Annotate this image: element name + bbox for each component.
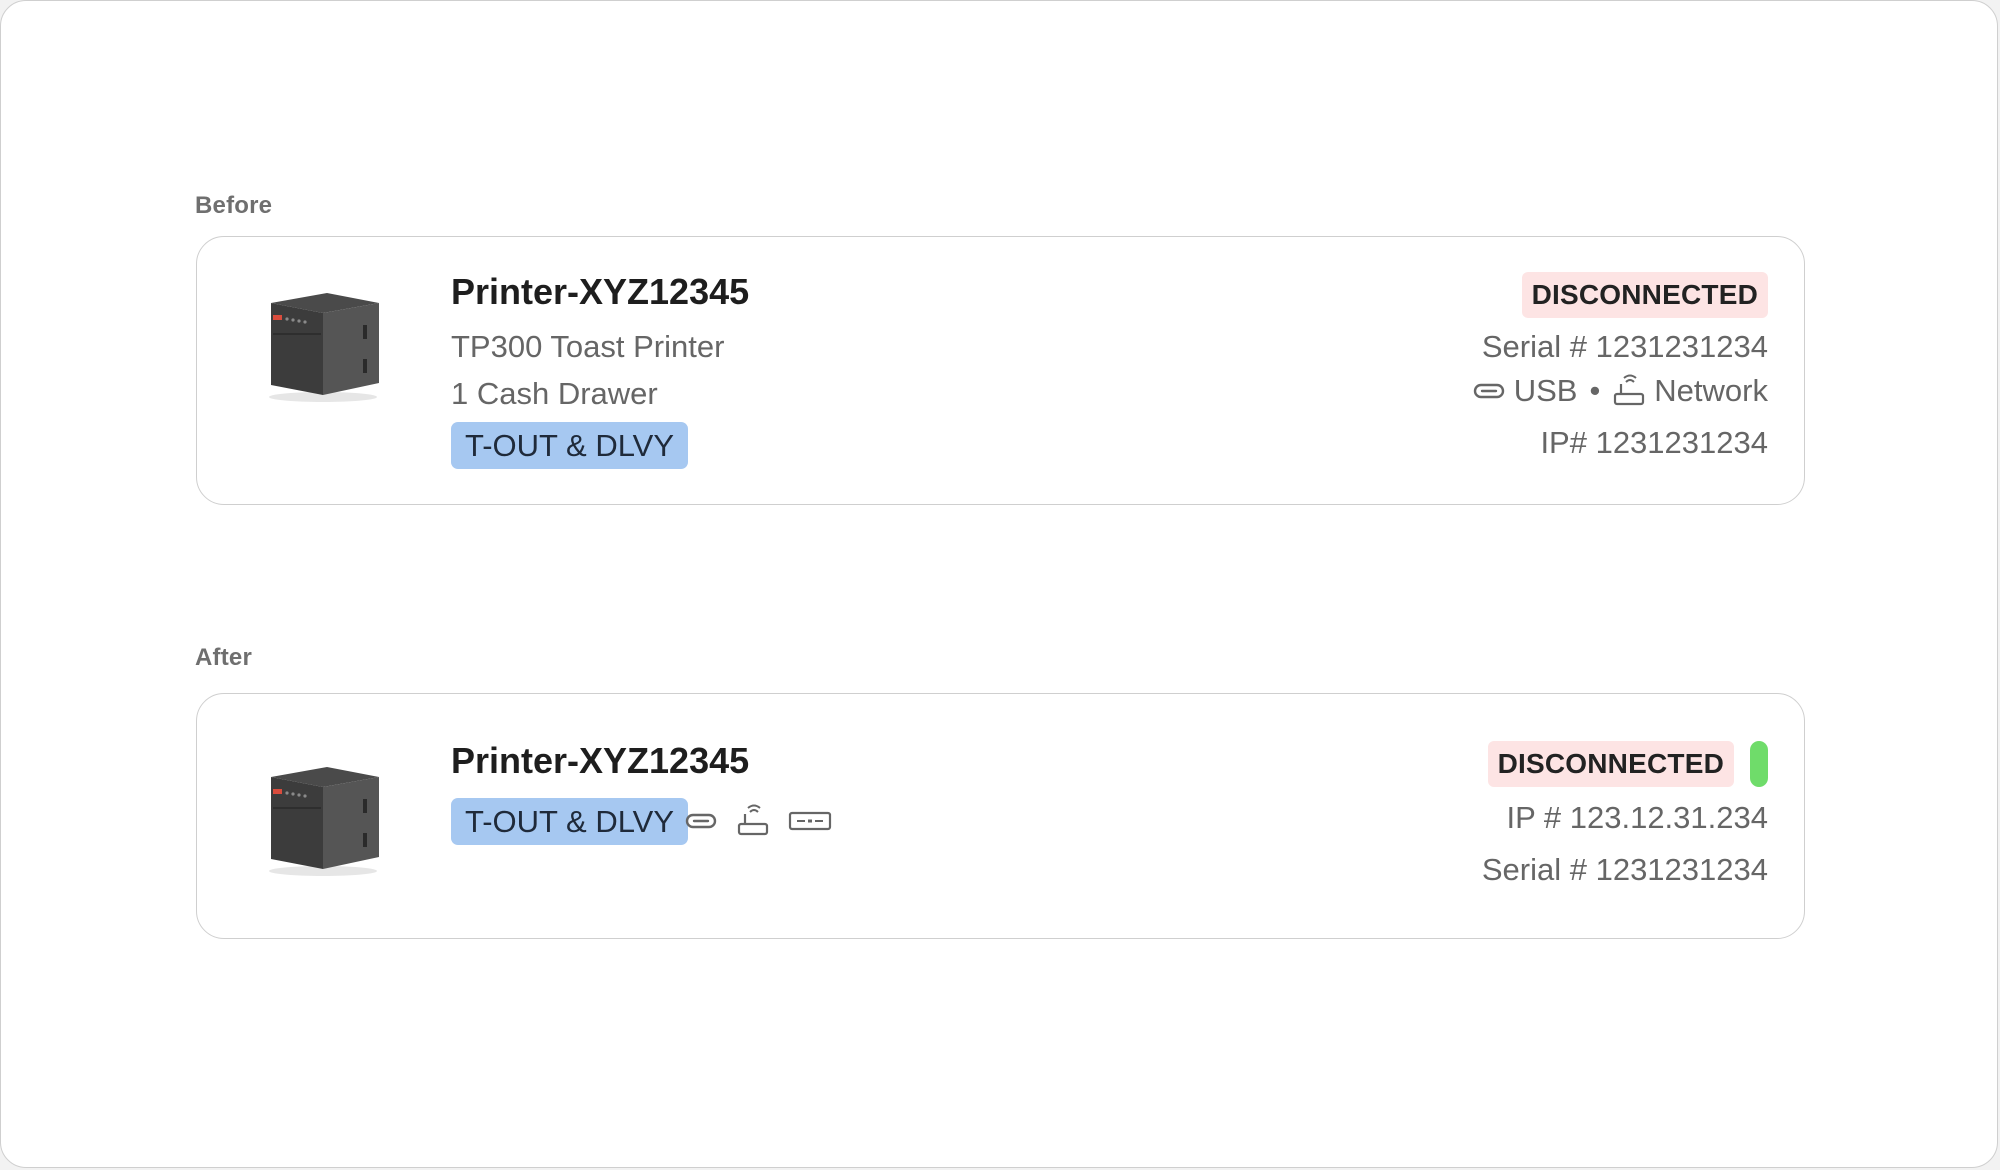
printer-image [269, 767, 379, 876]
serial-number: Serial # 1231231234 [1481, 329, 1768, 364]
ip-address: IP# 1231231234 [1540, 425, 1768, 460]
printer-name: Printer-XYZ12345 [451, 271, 750, 312]
usb-label: USB [1513, 373, 1578, 408]
connection-icons [684, 804, 850, 838]
prep-station-tag: T-OUT & DLVY [451, 422, 689, 469]
connection-types: USB • Network [1472, 373, 1768, 409]
canvas-frame [0, 0, 1998, 1168]
ip-address: IP # 123.12.31.234 [1506, 800, 1768, 835]
printer-image [269, 293, 379, 402]
network-router-icon [737, 804, 769, 836]
connection-indicator [1750, 741, 1768, 787]
cash-drawer-count: 1 Cash Drawer [451, 376, 658, 411]
prep-station-tag: T-OUT & DLVY [451, 798, 689, 845]
status-badge: DISCONNECTED [1487, 741, 1734, 787]
printer-name: Printer-XYZ12345 [451, 740, 750, 781]
section-label-after: After [195, 644, 253, 671]
network-router-icon [1614, 374, 1645, 406]
serial-number: Serial # 1231231234 [1481, 852, 1768, 887]
usb-icon [1473, 383, 1504, 399]
cash-drawer-icon [788, 811, 832, 831]
usb-icon [685, 813, 717, 829]
printer-card-after[interactable]: Printer-XYZ12345 T-OUT & DLVY DISCONNECT… [196, 693, 1805, 939]
section-label-before: Before [195, 192, 273, 219]
network-label: Network [1654, 373, 1768, 408]
printer-model: TP300 Toast Printer [451, 329, 725, 364]
separator-dot: • [1589, 373, 1601, 408]
status-badge: DISCONNECTED [1521, 272, 1768, 318]
printer-card-before[interactable]: Printer-XYZ12345 TP300 Toast Printer 1 C… [196, 236, 1805, 505]
